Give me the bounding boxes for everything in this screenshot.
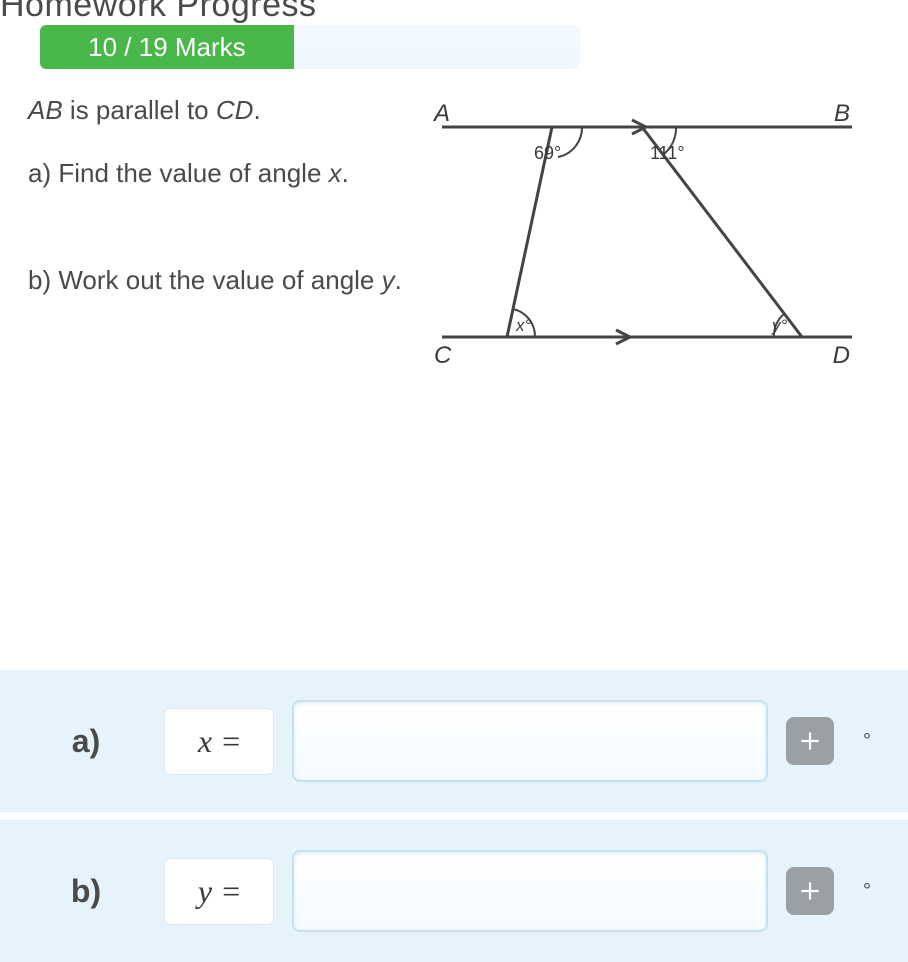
answer-part-label-b: b) bbox=[26, 873, 146, 910]
answer-part-label-a: a) bbox=[26, 723, 146, 760]
diagram-label-a: A bbox=[432, 100, 450, 127]
diagram-angle-111: 111° bbox=[650, 143, 685, 163]
diagram-angle-69: 69° bbox=[534, 143, 561, 163]
answer-input-b[interactable] bbox=[292, 850, 768, 932]
add-button-b[interactable] bbox=[786, 867, 834, 915]
page-title: Homework Progress bbox=[0, 0, 908, 25]
plus-icon bbox=[797, 878, 823, 904]
answer-variable-box-b: y= bbox=[164, 858, 274, 925]
answer-row-a: a) x= ° bbox=[0, 670, 908, 812]
diagram-label-d: D bbox=[833, 342, 850, 369]
answer-unit-b: ° bbox=[852, 880, 882, 903]
geometry-diagram: A B C D 69° 111° x° y° bbox=[412, 87, 872, 387]
diagram-label-c: C bbox=[434, 342, 452, 369]
answer-unit-a: ° bbox=[852, 730, 882, 753]
diagram-angle-x: x° bbox=[515, 316, 532, 335]
add-button-a[interactable] bbox=[786, 717, 834, 765]
progress-remainder bbox=[294, 25, 580, 69]
marks-label: 10 / 19 Marks bbox=[88, 32, 246, 63]
plus-icon bbox=[797, 728, 823, 754]
diagram-angle-y: y° bbox=[771, 316, 788, 335]
progress-bar: 10 / 19 Marks bbox=[0, 25, 908, 81]
progress-fill: 10 / 19 Marks bbox=[40, 25, 294, 69]
answer-row-b: b) y= ° bbox=[0, 820, 908, 962]
answer-input-a[interactable] bbox=[292, 700, 768, 782]
diagram-label-b: B bbox=[834, 100, 850, 127]
answer-variable-box-a: x= bbox=[164, 708, 274, 775]
